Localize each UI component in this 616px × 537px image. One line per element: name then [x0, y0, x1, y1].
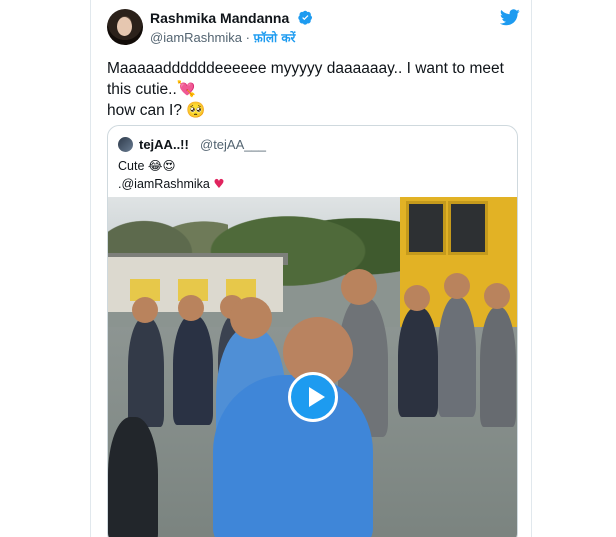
- play-icon[interactable]: [288, 372, 338, 422]
- quoted-name-suffix: ..!!: [172, 137, 189, 152]
- video-child: [398, 307, 438, 417]
- video-child-head: [484, 283, 510, 309]
- separator: ·: [245, 30, 250, 45]
- video-child-head: [341, 269, 377, 305]
- video-player[interactable]: [108, 197, 517, 537]
- tweet-line-3-text: how can I?: [107, 102, 182, 119]
- heart-arrow-emoji: 💘: [176, 80, 197, 98]
- video-child: [108, 417, 158, 537]
- video-child-head: [404, 285, 430, 311]
- author-name[interactable]: Rashmika Mandanna: [150, 10, 289, 26]
- video-bus-window: [448, 201, 488, 255]
- verified-badge-icon: [298, 10, 313, 25]
- quoted-tweet[interactable]: tejAA..!! @tejAA___ Cute 😂😍 .@iamRashmik…: [107, 125, 518, 537]
- video-child: [128, 317, 164, 427]
- video-child: [480, 307, 516, 427]
- tweet-line-1: Maaaaaddddddeeeeee myyyyy daaaaaay.. I w…: [107, 60, 504, 77]
- author-handle-line: @iamRashmika · फ़ॉलो करें: [150, 29, 295, 46]
- author-avatar[interactable]: [107, 9, 143, 45]
- quoted-author-avatar: [118, 137, 133, 152]
- tweet-card: Rashmika Mandanna @iamRashmika · फ़ॉलो क…: [90, 0, 532, 537]
- quoted-text: Cute 😂😍 .@iamRashmika ♥: [118, 157, 225, 193]
- tweet-line-2-text: this cutie..: [107, 81, 177, 98]
- video-child-head: [132, 297, 158, 323]
- quoted-line-1-text: Cute: [118, 159, 145, 173]
- video-child: [438, 297, 476, 417]
- video-child-head: [444, 273, 470, 299]
- pleading-face-emoji: 🥺: [186, 101, 206, 119]
- quoted-name-text: tejAA: [139, 137, 173, 152]
- laugh-heart-eyes-emoji: 😂😍: [147, 158, 176, 173]
- video-child: [173, 315, 213, 425]
- tweet-line-3: how can I? 🥺: [107, 100, 517, 121]
- quoted-author-name: tejAA..!!: [139, 137, 189, 152]
- quoted-author-handle: @tejAA___: [200, 137, 266, 152]
- quoted-line-1: Cute 😂😍: [118, 157, 225, 175]
- video-child-head: [178, 295, 204, 321]
- quoted-mention[interactable]: .@iamRashmika: [118, 177, 210, 191]
- tweet-line-2: this cutie..💘: [107, 79, 517, 100]
- video-bus-window: [406, 201, 446, 255]
- author-handle[interactable]: @iamRashmika: [150, 30, 242, 45]
- twitter-bird-icon[interactable]: [500, 9, 520, 26]
- video-child-head: [230, 297, 272, 339]
- tweet-text: Maaaaaddddddeeeeee myyyyy daaaaaay.. I w…: [107, 59, 517, 121]
- red-heart-emoji: ♥: [213, 176, 225, 191]
- follow-link[interactable]: फ़ॉलो करें: [254, 31, 296, 45]
- quoted-line-2: .@iamRashmika ♥: [118, 175, 225, 193]
